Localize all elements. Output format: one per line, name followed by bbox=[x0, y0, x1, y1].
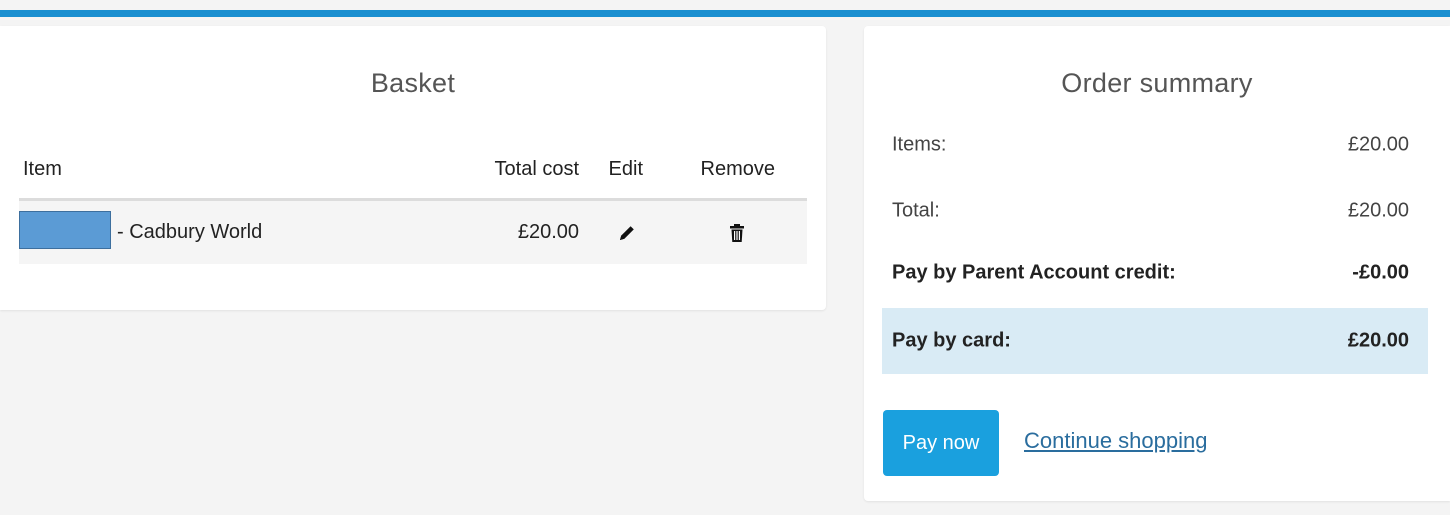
remove-button[interactable] bbox=[727, 201, 747, 264]
order-summary-title: Order summary bbox=[1061, 68, 1253, 98]
total-label: Total: bbox=[892, 199, 940, 222]
summary-row-total: Total: £20.00 bbox=[882, 178, 1428, 244]
trash-icon bbox=[730, 223, 744, 242]
redacted-name bbox=[19, 211, 111, 249]
basket-panel: Basket Item Total cost Edit Remove - Cad… bbox=[0, 26, 826, 310]
card-label: Pay by card: bbox=[892, 329, 1011, 352]
column-header-item: Item bbox=[23, 158, 62, 180]
card-value: £20.00 bbox=[1347, 329, 1409, 352]
credit-value: -£0.00 bbox=[1352, 261, 1409, 284]
table-row: - Cadbury World £20.00 bbox=[19, 201, 807, 264]
basket-table-header: Item Total cost Edit Remove bbox=[19, 144, 807, 201]
total-value: £20.00 bbox=[1347, 199, 1409, 222]
column-header-remove: Remove bbox=[700, 158, 775, 180]
basket-title: Basket bbox=[370, 68, 456, 98]
items-value: £20.00 bbox=[1347, 133, 1409, 156]
top-accent-bar bbox=[0, 10, 1450, 17]
items-label: Items: bbox=[892, 133, 947, 156]
summary-row-credit: Pay by Parent Account credit: -£0.00 bbox=[882, 240, 1428, 306]
order-summary-panel: Order summary Items: £20.00 Total: £20.0… bbox=[864, 26, 1450, 501]
item-name: - Cadbury World bbox=[117, 221, 263, 243]
column-header-total-cost: Total cost bbox=[494, 158, 579, 180]
credit-label: Pay by Parent Account credit: bbox=[892, 261, 1176, 284]
basket-table: Item Total cost Edit Remove - Cadbury Wo… bbox=[19, 144, 807, 264]
item-total-cost: £20.00 bbox=[517, 221, 579, 243]
summary-row-card: Pay by card: £20.00 bbox=[882, 308, 1428, 374]
edit-button[interactable] bbox=[617, 201, 637, 264]
summary-row-items: Items: £20.00 bbox=[882, 112, 1428, 178]
pay-now-button[interactable]: Pay now bbox=[883, 410, 999, 476]
continue-shopping-link[interactable]: Continue shopping bbox=[1024, 428, 1207, 454]
pencil-icon bbox=[620, 225, 634, 240]
column-header-edit: Edit bbox=[608, 158, 643, 180]
